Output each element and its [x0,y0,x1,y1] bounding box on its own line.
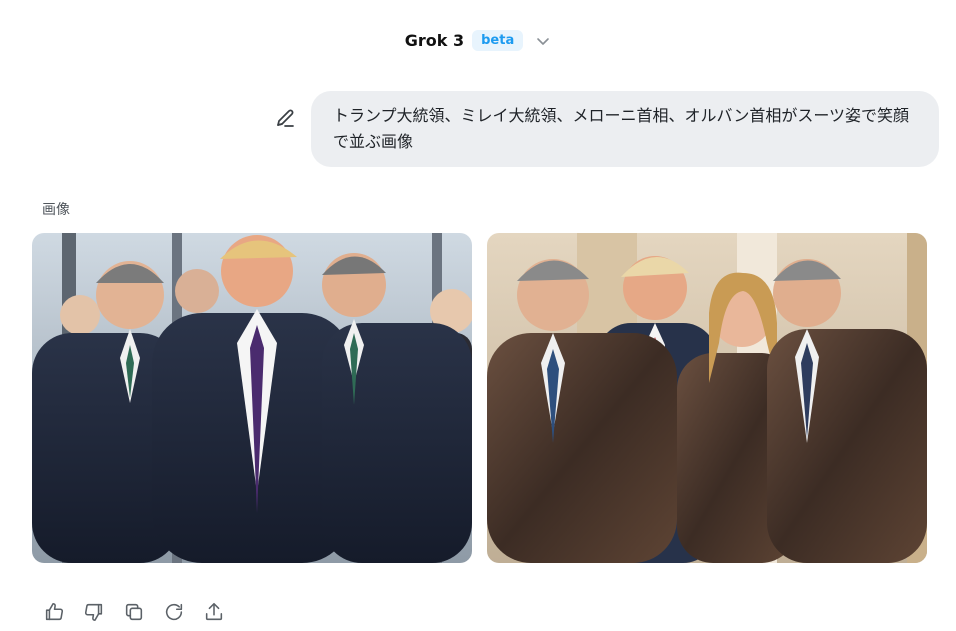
model-name: Grok 3 [404,31,465,50]
share-icon[interactable] [200,598,228,626]
thumbs-up-icon[interactable] [40,598,68,626]
thumbs-down-icon[interactable] [80,598,108,626]
beta-badge: beta [472,30,524,51]
generated-image-2[interactable] [487,233,927,563]
chevron-down-icon[interactable] [535,33,551,49]
model-selector[interactable]: Grok 3 beta [0,30,956,51]
response-actions [40,598,228,626]
pencil-icon[interactable] [272,105,298,131]
user-message-bubble: トランプ大統領、ミレイ大統領、メローニ首相、オルバン首相がスーツ姿で笑顔で並ぶ画… [311,91,939,167]
images-section-label: 画像 [42,202,70,218]
copy-icon[interactable] [120,598,148,626]
generated-image-1[interactable] [32,233,472,563]
chat-page: Grok 3 beta トランプ大統領、ミレイ大統領、メローニ首相、オルバン首相… [0,0,956,631]
regenerate-icon[interactable] [160,598,188,626]
